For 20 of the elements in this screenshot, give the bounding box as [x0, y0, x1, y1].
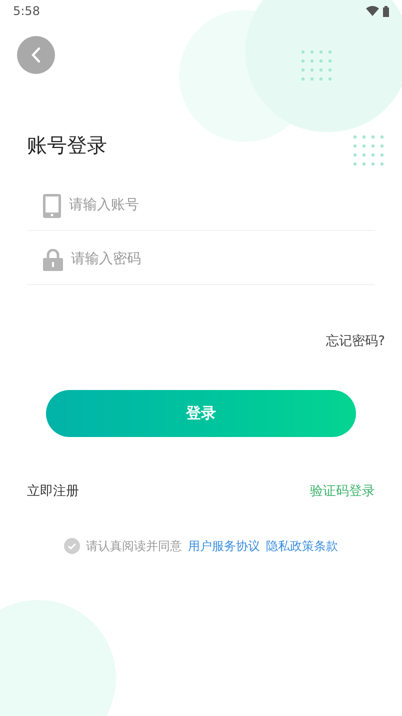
dot-pattern	[301, 50, 332, 81]
input-field[interactable]: 请输入账号	[69, 195, 375, 216]
lock-icon	[43, 248, 63, 270]
policy-link[interactable]: 隐私政策条款	[266, 537, 338, 555]
phone-icon	[43, 194, 61, 218]
forgot-password-link[interactable]: 忘记密码?	[326, 332, 385, 352]
login-button[interactable]: 登录	[46, 390, 356, 436]
page-title: 账号登录	[27, 132, 107, 159]
battery-icon	[383, 6, 389, 16]
dot-pattern	[353, 135, 384, 166]
chevron-left-icon	[31, 47, 41, 63]
wifi-icon	[366, 6, 379, 16]
sms-login-link[interactable]: 验证码登录	[310, 482, 375, 501]
checkbox-icon[interactable]	[64, 538, 80, 554]
input-field[interactable]: 请输入密码	[71, 249, 375, 270]
status-time: 5:58	[13, 3, 40, 20]
policy-link[interactable]: 用户服务协议	[188, 537, 260, 555]
register-link[interactable]: 立即注册	[27, 482, 79, 501]
back-button[interactable]	[17, 36, 55, 74]
agreement-text: 请认真阅读并同意	[86, 538, 182, 555]
